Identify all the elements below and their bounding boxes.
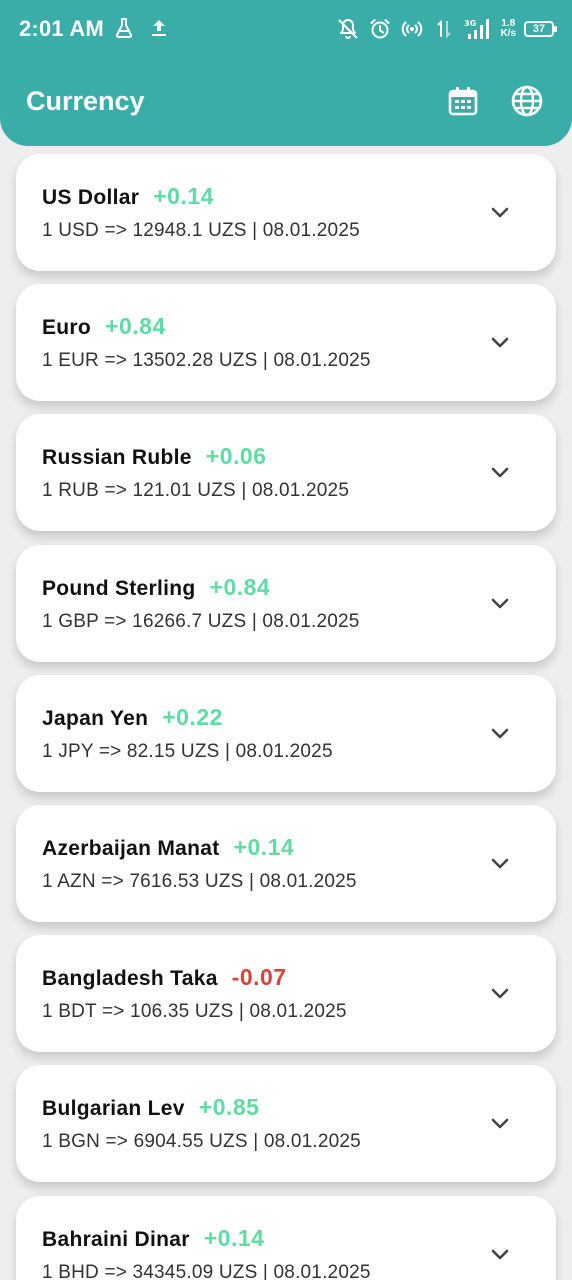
currency-change: +0.14 [233, 834, 295, 860]
currency-rate-detail: 1 EUR => 13502.28 UZS | 08.01.2025 [42, 350, 371, 371]
svg-text:3G: 3G [464, 19, 476, 28]
currency-title-row: Bulgarian Lev +0.85 [42, 1094, 259, 1121]
language-button[interactable] [510, 84, 544, 118]
currency-title-row: US Dollar +0.14 [42, 183, 214, 210]
chevron-down-icon[interactable] [488, 1111, 512, 1135]
battery-icon: 37 [524, 21, 557, 37]
currency-title-row: Bangladesh Taka -0.07 [42, 964, 287, 991]
chevron-down-icon[interactable] [488, 981, 512, 1005]
currency-card[interactable]: Bahraini Dinar +0.14 1 BHD => 34345.09 UZS… [16, 1196, 556, 1280]
notifications-off-icon [338, 19, 359, 39]
currency-rate-detail: 1 USD => 12948.1 UZS | 08.01.2025 [42, 220, 360, 241]
calendar-button[interactable] [446, 84, 480, 118]
currency-card[interactable]: Pound Sterling +0.84 1 GBP => 16266.7 UZS … [16, 545, 556, 662]
currency-card[interactable]: US Dollar +0.14 1 USD => 12948.1 UZS | 08.… [16, 154, 556, 271]
screen: 2:01 AM 3G 1.8 K/s 37 Currency US Dollar… [0, 0, 572, 1280]
app-bar: 2:01 AM 3G 1.8 K/s 37 Currency [0, 0, 572, 146]
currency-name: Bangladesh Taka [42, 967, 218, 990]
chevron-down-icon[interactable] [488, 851, 512, 875]
calendar-icon [448, 87, 478, 116]
currency-title-row: Pound Sterling +0.84 [42, 574, 270, 601]
chevron-down-icon[interactable] [488, 460, 512, 484]
chevron-down-icon[interactable] [488, 330, 512, 354]
currency-title-row: Azerbaijan Manat +0.14 [42, 834, 294, 861]
currency-title-row: Russian Ruble +0.06 [42, 443, 266, 470]
currency-card[interactable]: Azerbaijan Manat +0.14 1 AZN => 7616.53 UZ… [16, 805, 556, 922]
hotspot-icon [402, 21, 423, 37]
chevron-down-icon[interactable] [488, 721, 512, 745]
currency-change: +0.22 [162, 704, 223, 730]
currency-name: Japan Yen [42, 707, 149, 730]
currency-rate-detail: 1 BGN => 6904.55 UZS | 08.01.2025 [42, 1131, 361, 1152]
currency-name: Azerbaijan Manat [42, 837, 220, 860]
data-transfer-icon [437, 19, 452, 39]
network-speed: 1.8 K/s [500, 18, 516, 39]
currency-change: +0.84 [209, 574, 271, 600]
currency-card[interactable]: Japan Yen +0.22 1 JPY => 82.15 UZS | 08.01… [16, 675, 556, 792]
currency-rate-detail: 1 AZN => 7616.53 UZS | 08.01.2025 [42, 871, 357, 892]
currency-card[interactable]: Bangladesh Taka -0.07 1 BDT => 106.35 UZS … [16, 935, 556, 1052]
currency-name: Bahraini Dinar [42, 1228, 190, 1251]
currency-rate-detail: 1 BHD => 34345.09 UZS | 08.01.2025 [42, 1262, 371, 1280]
chevron-down-icon[interactable] [488, 1242, 512, 1266]
currency-name: Russian Ruble [42, 446, 192, 469]
currency-name: Pound Sterling [42, 577, 196, 600]
currency-list[interactable]: US Dollar +0.14 1 USD => 12948.1 UZS | 08.… [0, 146, 572, 1280]
page-title: Currency [26, 86, 145, 116]
currency-card[interactable]: Bulgarian Lev +0.85 1 BGN => 6904.55 UZS |… [16, 1065, 556, 1182]
upload-icon [152, 20, 166, 36]
signal-icon: 3G [464, 19, 490, 39]
alarm-icon [370, 19, 390, 39]
currency-name: Euro [42, 316, 92, 339]
currency-rate-detail: 1 RUB => 121.01 UZS | 08.01.2025 [42, 480, 350, 501]
chevron-down-icon[interactable] [488, 200, 512, 224]
chevron-down-icon[interactable] [488, 591, 512, 615]
currency-change: +0.14 [153, 183, 214, 209]
currency-rate-detail: 1 BDT => 106.35 UZS | 08.01.2025 [42, 1001, 347, 1022]
currency-title-row: Japan Yen +0.22 [42, 704, 223, 731]
status-bar: 2:01 AM 3G 1.8 K/s 37 [0, 0, 572, 58]
currency-change: +0.84 [105, 313, 166, 339]
status-icons: 3G 1.8 K/s 37 [336, 14, 557, 44]
flask-icon [115, 18, 133, 38]
currency-card[interactable]: Russian Ruble +0.06 1 RUB => 121.01 UZS | … [16, 414, 556, 531]
status-time: 2:01 AM [19, 16, 104, 41]
currency-title-row: Euro +0.84 [42, 313, 166, 340]
currency-change: +0.06 [205, 443, 267, 469]
currency-change: +0.85 [198, 1094, 260, 1120]
currency-change: -0.07 [231, 964, 287, 990]
currency-rate-detail: 1 JPY => 82.15 UZS | 08.01.2025 [42, 741, 333, 762]
currency-change: +0.14 [203, 1225, 265, 1251]
currency-name: Bulgarian Lev [42, 1097, 185, 1120]
currency-card[interactable]: Euro +0.84 1 EUR => 13502.28 UZS | 08.01.2… [16, 284, 556, 401]
currency-name: US Dollar [42, 186, 140, 209]
globe-icon [511, 85, 543, 117]
currency-rate-detail: 1 GBP => 16266.7 UZS | 08.01.2025 [42, 611, 360, 632]
currency-title-row: Bahraini Dinar +0.14 [42, 1225, 264, 1252]
